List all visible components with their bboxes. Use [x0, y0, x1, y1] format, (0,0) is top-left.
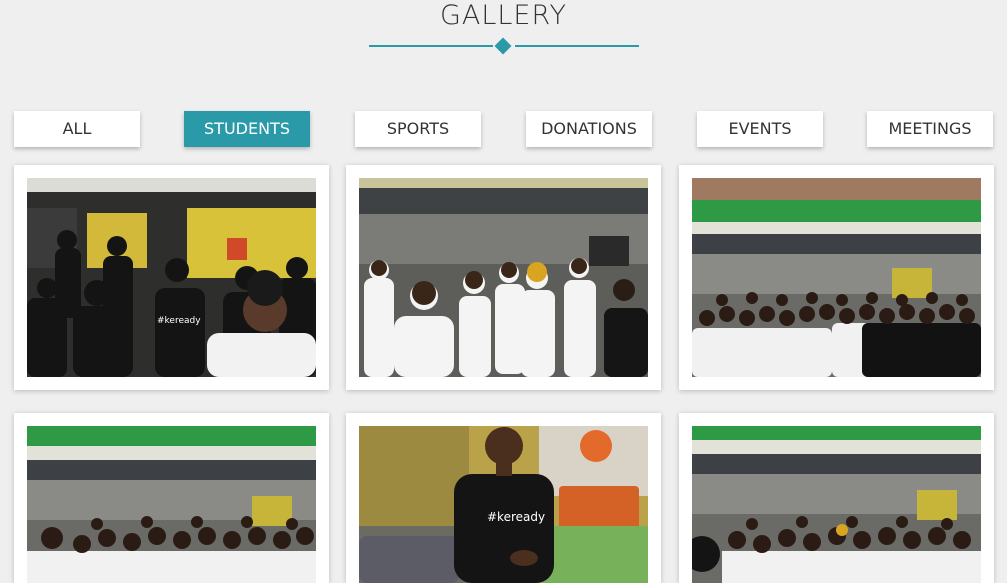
- shirt-text: #keready: [487, 510, 545, 524]
- filter-events-button[interactable]: EVENTS: [697, 111, 823, 147]
- gallery-card[interactable]: [14, 413, 329, 583]
- gallery-photo[interactable]: [27, 426, 316, 583]
- gallery-card[interactable]: [679, 165, 994, 390]
- filter-all-button[interactable]: ALL: [14, 111, 140, 147]
- gallery-photo[interactable]: [359, 178, 648, 377]
- gallery-card[interactable]: [346, 165, 661, 390]
- gallery-photo[interactable]: #keready: [27, 178, 316, 377]
- filter-meetings-button[interactable]: MEETINGS: [867, 111, 993, 147]
- gallery-photo[interactable]: #keready: [359, 426, 648, 583]
- gallery-title: GALLERY: [439, 0, 568, 31]
- filter-students-button[interactable]: STUDENTS: [184, 111, 310, 147]
- gallery-photo[interactable]: [692, 426, 981, 583]
- gallery-card[interactable]: [679, 413, 994, 583]
- gallery-photo[interactable]: [692, 178, 981, 377]
- filter-bar: ALL STUDENTS SPORTS DONATIONS EVENTS MEE…: [0, 111, 1007, 147]
- title-divider: [369, 37, 639, 55]
- shirt-text: #keready: [157, 316, 201, 326]
- filter-donations-button[interactable]: DONATIONS: [526, 111, 652, 147]
- gallery-card[interactable]: #keready: [14, 165, 329, 390]
- filter-sports-button[interactable]: SPORTS: [355, 111, 481, 147]
- gallery-card[interactable]: #keready: [346, 413, 661, 583]
- diamond-icon: [494, 37, 512, 55]
